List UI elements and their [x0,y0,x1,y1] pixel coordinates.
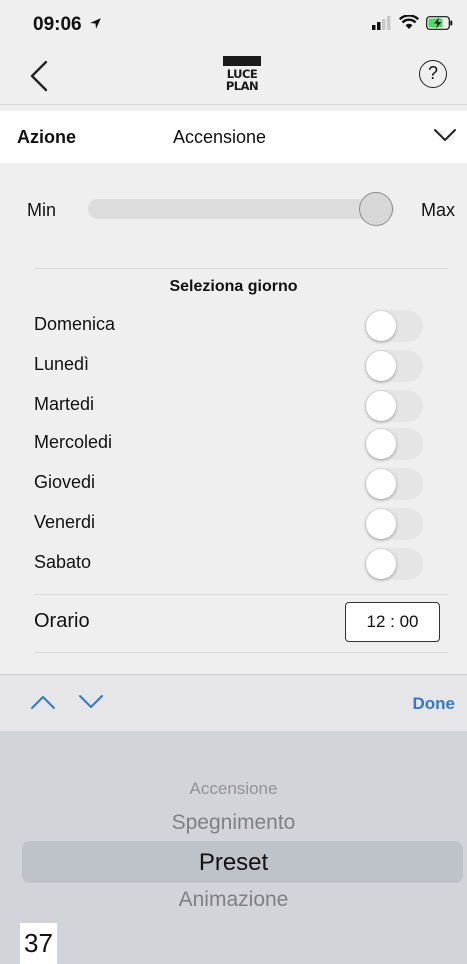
brightness-slider-track[interactable] [88,199,394,219]
arrow-down-icon[interactable] [78,694,104,710]
picker-option[interactable]: Accensione [0,779,467,799]
status-icons [372,15,453,30]
toggle-venerdi[interactable] [365,508,423,540]
time-input[interactable]: 12 : 00 [345,602,440,642]
wifi-icon [399,15,419,29]
toggle-martedi[interactable] [365,390,423,422]
time-label: Orario [34,610,90,632]
toggle-sabato[interactable] [365,548,423,580]
slider-min-label: Min [27,200,57,220]
action-select-row[interactable]: Azione Accensione [0,111,467,163]
toggle-knob [366,311,396,341]
toggle-lunedi[interactable] [365,350,423,382]
day-label: Domenica [34,314,116,334]
days-section-title: Seleziona giorno [169,278,298,295]
option-picker[interactable]: Accensione Spegnimento Preset Animazione [0,731,467,964]
page-number: 37 [20,923,57,964]
toggle-knob [366,391,396,421]
nav-bar: LUCE PLAN ? [0,48,467,105]
day-label: Sabato [34,552,92,572]
divider [34,652,448,653]
toggle-knob [366,429,396,459]
luceplan-logo: LUCE PLAN [223,56,261,96]
picker-option-selected[interactable]: Preset [0,849,467,877]
picker-toolbar: Done [0,674,467,731]
toggle-knob [366,351,396,381]
toggle-giovedi[interactable] [365,468,423,500]
day-row-mercoledi: Mercoledi [0,424,467,462]
back-chevron-icon[interactable] [26,58,56,94]
day-row-martedi: Martedi [0,386,467,424]
toggle-knob [366,549,396,579]
day-label: Martedi [34,394,95,414]
toggle-knob [366,509,396,539]
picker-option[interactable]: Spegnimento [0,811,467,835]
battery-charging-icon [426,15,453,30]
status-bar: 09:06 [0,0,467,48]
help-button[interactable]: ? [419,60,447,88]
brightness-slider-thumb[interactable] [359,192,393,226]
day-label: Mercoledi [34,432,113,452]
day-row-giovedi: Giovedi [0,464,467,502]
day-label: Lunedì [34,354,90,374]
signal-icon [372,15,391,30]
day-row-domenica: Domenica [0,306,467,344]
logo-line2: PLAN [225,79,259,93]
day-row-sabato: Sabato [0,544,467,582]
arrow-up-icon[interactable] [30,694,56,710]
day-row-lunedi: Lunedì [0,346,467,384]
time-row: Orario 12 : 00 [0,602,467,646]
divider [34,268,448,269]
location-arrow-icon [89,18,101,29]
toggle-mercoledi[interactable] [365,428,423,460]
logo-bar [223,56,261,66]
day-row-venerdi: Venerdi [0,504,467,542]
done-button[interactable]: Done [413,694,456,714]
divider [34,594,448,595]
action-value[interactable]: Accensione [173,127,266,148]
brightness-slider-row: Min Max [0,190,467,230]
toggle-domenica[interactable] [365,310,423,342]
status-time-text: 09:06 [33,14,82,35]
day-label: Venerdi [34,512,96,532]
picker-option[interactable]: Animazione [0,888,467,912]
action-label: Azione [17,127,77,147]
toggle-knob [366,469,396,499]
day-label: Giovedi [34,472,96,492]
slider-max-label: Max [420,200,455,220]
status-time: 09:06 [33,14,102,36]
chevron-down-icon[interactable] [433,125,457,145]
